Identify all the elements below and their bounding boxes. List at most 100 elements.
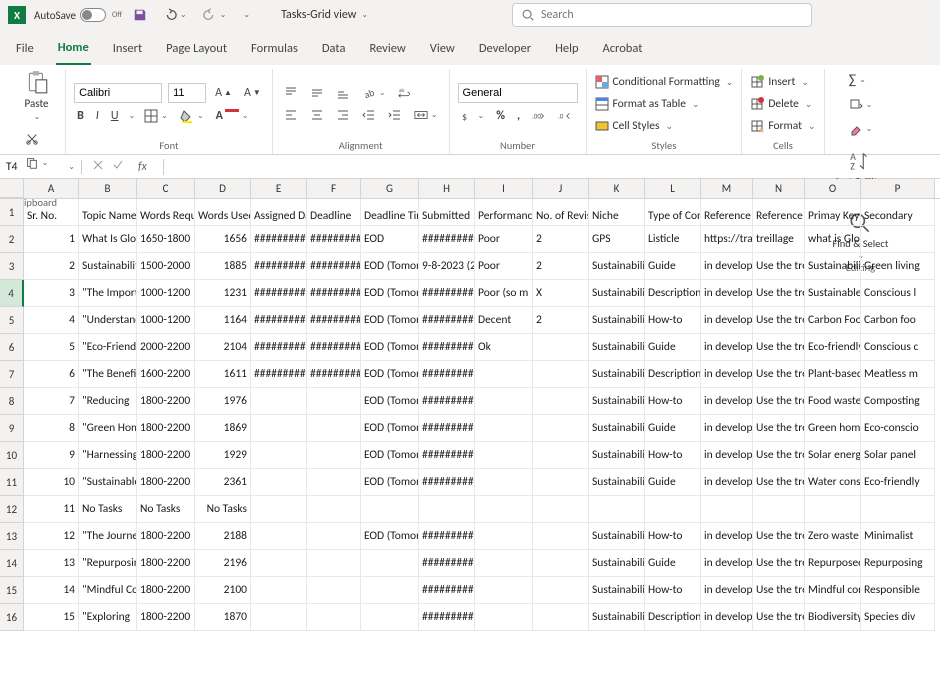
cell[interactable]: Sustainable <box>805 280 861 307</box>
cell[interactable] <box>533 496 589 523</box>
cell[interactable] <box>753 496 805 523</box>
redo-button[interactable]: ⌄ <box>200 6 230 24</box>
cell[interactable]: Sustainability <box>589 469 645 496</box>
cell[interactable]: How-to <box>645 523 701 550</box>
header-cell[interactable]: Reference Instruction — Use the <box>753 199 805 226</box>
cell[interactable]: Mindful consumption <box>805 577 861 604</box>
column-header[interactable]: P <box>861 179 935 198</box>
cell[interactable]: Eco-conscio <box>861 415 935 442</box>
save-button[interactable] <box>130 6 150 24</box>
cell[interactable] <box>533 577 589 604</box>
row-header[interactable]: 11 <box>0 469 24 496</box>
cell[interactable]: 1885 <box>195 253 251 280</box>
cell[interactable]: 9-8-2023 (2 <box>419 253 475 280</box>
orientation-button[interactable]: ab⌄ <box>359 84 389 102</box>
cell[interactable] <box>361 496 419 523</box>
cell[interactable]: EOD (Tomorrow) <box>361 307 419 334</box>
align-bottom-button[interactable] <box>333 84 353 102</box>
cell[interactable]: "Understanding <box>79 307 137 334</box>
fill-color-button[interactable]: ⌄ <box>177 107 207 125</box>
cell[interactable]: in development <box>701 307 753 334</box>
cell[interactable]: Sustainability <box>589 577 645 604</box>
tab-file[interactable]: File <box>14 37 36 64</box>
cell[interactable] <box>475 361 533 388</box>
cell[interactable]: Use the tre <box>753 550 805 577</box>
fill-button[interactable]: ⌄ <box>846 96 876 114</box>
cell[interactable]: Description <box>645 280 701 307</box>
column-header[interactable]: B <box>79 179 137 198</box>
cell[interactable]: Water conservation <box>805 469 861 496</box>
cell[interactable]: ######### <box>419 388 475 415</box>
column-header[interactable]: H <box>419 179 475 198</box>
cell[interactable]: 1650-1800 <box>137 226 195 253</box>
tab-page-layout[interactable]: Page Layout <box>164 37 229 64</box>
row-header[interactable]: 13 <box>0 523 24 550</box>
increase-indent-button[interactable] <box>385 106 405 124</box>
cell[interactable]: Decent <box>475 307 533 334</box>
cell[interactable]: 1800-2200 <box>137 550 195 577</box>
cell[interactable]: EOD (Tomorrow) <box>361 361 419 388</box>
format-as-table-button[interactable]: Format as Table <box>595 95 734 113</box>
column-header[interactable]: L <box>645 179 701 198</box>
cell[interactable] <box>251 604 307 631</box>
cell[interactable] <box>307 469 361 496</box>
cell[interactable]: Composting <box>861 388 935 415</box>
tab-data[interactable]: Data <box>320 37 348 64</box>
cell[interactable]: Guide <box>645 415 701 442</box>
cut-button[interactable] <box>22 130 52 148</box>
cell[interactable] <box>533 604 589 631</box>
cell[interactable]: Use the tre <box>753 388 805 415</box>
cell[interactable]: Guide <box>645 469 701 496</box>
align-center-button[interactable] <box>307 106 327 124</box>
cell[interactable]: in development <box>701 388 753 415</box>
document-title[interactable]: Tasks-Grid view ⌄ <box>281 8 368 22</box>
delete-cells-button[interactable]: Delete <box>750 95 815 113</box>
tab-home[interactable]: Home <box>56 36 91 65</box>
cell[interactable]: "Exploring <box>79 604 137 631</box>
cell[interactable]: in development <box>701 442 753 469</box>
cell[interactable]: 2 <box>24 253 79 280</box>
cell[interactable]: "The Journey <box>79 523 137 550</box>
cell[interactable]: Minimalist <box>861 523 935 550</box>
italic-button[interactable]: I <box>93 107 102 125</box>
cell[interactable]: "The Benefits <box>79 361 137 388</box>
cell[interactable]: 1870 <box>195 604 251 631</box>
cell[interactable] <box>475 523 533 550</box>
column-header[interactable]: G <box>361 179 419 198</box>
cell[interactable]: 1800-2200 <box>137 604 195 631</box>
header-cell[interactable]: Topic Name <box>79 199 137 226</box>
cell[interactable]: in development <box>701 334 753 361</box>
cell[interactable] <box>251 550 307 577</box>
cell[interactable]: in development <box>701 550 753 577</box>
cell[interactable]: ######### <box>419 415 475 442</box>
cell[interactable] <box>307 523 361 550</box>
cell[interactable]: ######### <box>251 253 307 280</box>
cell[interactable]: 2100 <box>195 577 251 604</box>
cell[interactable]: Plant-based <box>805 361 861 388</box>
cell[interactable] <box>251 442 307 469</box>
cell[interactable]: 2 <box>533 226 589 253</box>
cell[interactable]: ######### <box>419 442 475 469</box>
cell[interactable]: ######### <box>419 604 475 631</box>
cell[interactable]: EOD (Tomorrow) <box>361 442 419 469</box>
cell[interactable]: 1800-2200 <box>137 523 195 550</box>
cell[interactable]: "Reducing <box>79 388 137 415</box>
borders-button[interactable]: ⌄ <box>141 107 171 125</box>
cell[interactable]: Poor <box>475 226 533 253</box>
header-cell[interactable]: No. of Revisions <box>533 199 589 226</box>
cell[interactable]: ######### <box>307 334 361 361</box>
row-header[interactable]: 1 <box>0 199 24 226</box>
cell[interactable]: Biodiversity <box>805 604 861 631</box>
row-header[interactable]: 7 <box>0 361 24 388</box>
cell[interactable]: Solar panel <box>861 442 935 469</box>
cell[interactable]: EOD (Tomorrow) <box>361 469 419 496</box>
cell[interactable]: 2104 <box>195 334 251 361</box>
cell[interactable]: 1 <box>24 226 79 253</box>
cell[interactable]: in development <box>701 253 753 280</box>
cell[interactable] <box>475 496 533 523</box>
cell[interactable]: Use the tre <box>753 604 805 631</box>
cell[interactable] <box>861 226 935 253</box>
row-header[interactable]: 6 <box>0 334 24 361</box>
row-header[interactable]: 5 <box>0 307 24 334</box>
cell[interactable]: Guide <box>645 334 701 361</box>
